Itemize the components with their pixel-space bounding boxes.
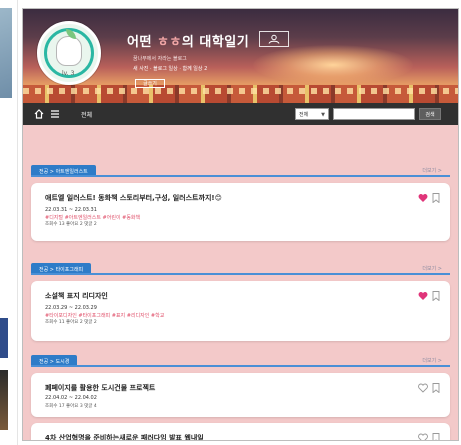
section-divider [31,273,450,275]
home-icon [34,109,44,119]
search-category-select[interactable]: 전체 ▼ [295,108,329,120]
post-tags[interactable]: #타이포디자인 #타이포그래피 #표지 #리디자인 #학교 [45,312,164,319]
post-tags[interactable]: #디지털 #아트엔일러스트 #어린이 #동화책 [45,214,140,221]
menu-button[interactable] [49,108,61,120]
post-card[interactable]: 소설책 표지 리디자인 22.03.29 ~ 22.03.29 #타이포디자인 … [31,281,450,341]
blog-title-accent: ㅎㅎ [156,35,182,50]
bookmark-icon[interactable] [432,291,440,301]
post-title[interactable]: 소설책 표지 리디자인 [45,291,108,301]
blog-banner: lv. 3 어떤 ㅎㅎ의 대학일기 꿈나무에서 자라는 블로그 새 사진 · 블… [23,9,458,103]
bookmark-icon[interactable] [432,383,440,393]
search-category-value: 전체 [299,111,309,118]
adjacent-image [0,318,8,358]
blog-title-suffix: 의 대학일기 [181,35,250,50]
section-divider [31,365,450,367]
section-header: 전공 > 도시경 더보기 > [31,355,450,367]
menu-icon [51,110,59,118]
search-button[interactable]: 검색 [419,108,441,120]
sunset-glow [253,45,413,85]
post-meta: 조회수 17 좋아요 3 댓글 4 [45,404,97,409]
post-title[interactable]: 폐페이지를 활용한 도시건물 프로젝트 [45,383,155,393]
chevron-down-icon: ▼ [321,112,325,118]
profile-card-icon [268,34,280,44]
post-list: 전공 > 아트엔일러스트 더보기 > 애트엘 일러스트! 동화책 스토리부터,구… [23,125,458,441]
more-link[interactable]: 더보기 > [422,167,442,174]
adjacent-image [0,370,8,430]
nav-all-link[interactable]: 전체 [81,110,92,119]
avatar-character [56,36,82,66]
blog-window: lv. 3 어떤 ㅎㅎ의 대학일기 꿈나무에서 자라는 블로그 새 사진 · 블… [22,8,459,441]
blog-title-prefix: 어떤 [127,35,157,50]
heart-icon[interactable] [418,193,428,203]
section-header: 전공 > 아트엔일러스트 더보기 > [31,165,450,177]
blog-stats: 새 사진 · 블로그 일상 · 함께 일상 2 [133,66,208,72]
home-button[interactable] [33,108,45,120]
post-date: 22.04.02 ~ 22.04.02 [45,395,97,401]
avatar[interactable]: lv. 3 [37,21,101,85]
heart-icon[interactable] [418,433,428,441]
post-title[interactable]: 애트엘 일러스트! 동화책 스토리부터,구성, 일러스트까지!😊 [45,193,222,203]
post-date: 22.03.31 ~ 22.03.31 [45,207,97,213]
heart-icon[interactable] [418,383,428,393]
level-label: lv. 3 [62,70,75,77]
screenshot-page: lv. 3 어떤 ㅎㅎ의 대학일기 꿈나무에서 자라는 블로그 새 사진 · 블… [0,0,461,445]
blog-title[interactable]: 어떤 ㅎㅎ의 대학일기 [127,31,249,50]
post-meta: 조회수 11 좋아요 2 댓글 2 [45,320,97,325]
bookmark-icon[interactable] [432,193,440,203]
write-button[interactable]: 글쓰기 [135,79,165,88]
adjacent-image [0,8,12,98]
heart-icon[interactable] [418,291,428,301]
post-title[interactable]: 4차 산업혁명을 준비하는새로운 패러다임 발표 웹내일 [45,433,204,440]
blog-subtitle: 꿈나무에서 자라는 블로그 [133,56,187,62]
post-date: 22.03.29 ~ 22.03.29 [45,305,97,311]
train-windows [23,88,458,94]
section-header: 전공 > 타이포그래피 더보기 > [31,263,450,275]
section-divider [31,175,450,177]
search-input[interactable] [333,108,415,120]
more-link[interactable]: 더보기 > [422,265,442,272]
profile-card-button[interactable] [259,31,289,47]
bookmark-icon[interactable] [432,433,440,441]
post-card[interactable]: 폐페이지를 활용한 도시건물 프로젝트 22.04.02 ~ 22.04.02 … [31,373,450,417]
post-card[interactable]: 애트엘 일러스트! 동화책 스토리부터,구성, 일러스트까지!😊 22.03.3… [31,183,450,241]
post-meta: 조회수 13 좋아요 2 댓글 2 [45,222,97,227]
more-link[interactable]: 더보기 > [422,357,442,364]
nav-bar: 전체 전체 ▼ 검색 [23,103,458,125]
adjacent-page-strip [0,0,18,445]
post-card[interactable]: 4차 산업혁명을 준비하는새로운 패러다임 발표 웹내일 [31,423,450,441]
